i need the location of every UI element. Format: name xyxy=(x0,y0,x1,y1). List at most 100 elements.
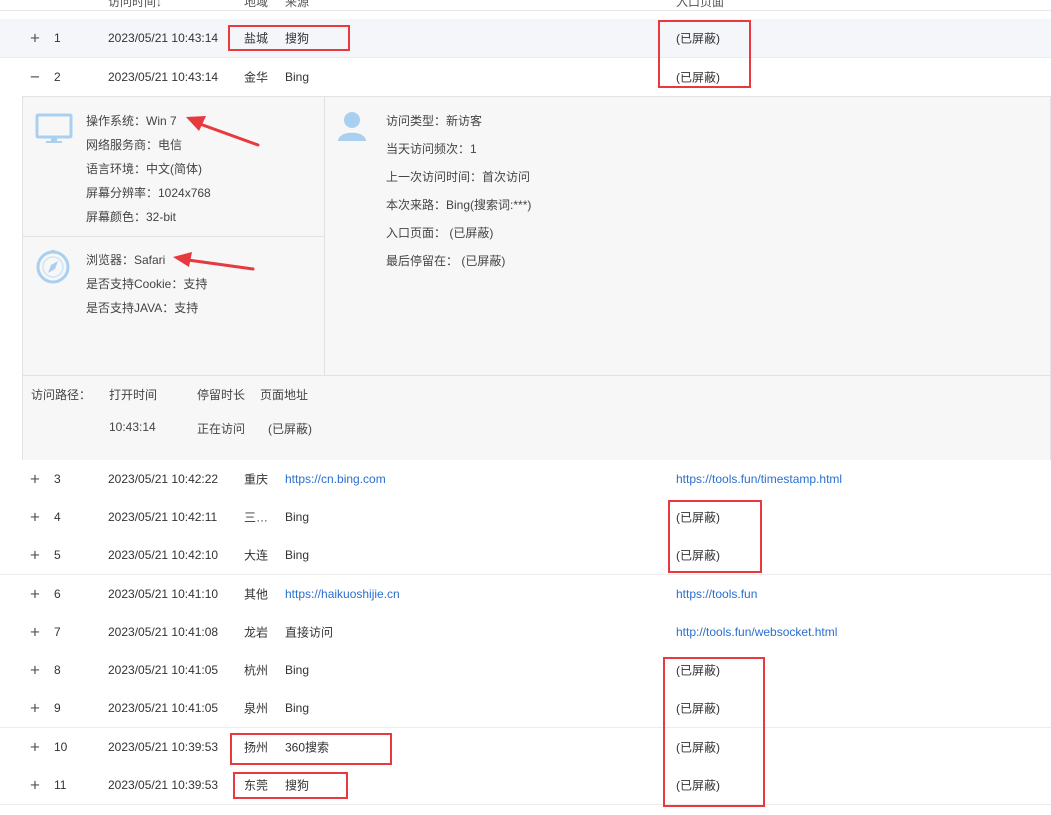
expand-icon[interactable]: + xyxy=(30,30,40,47)
os-info: 操作系统：Win 7 xyxy=(86,114,177,128)
region: 金华 xyxy=(244,70,269,85)
expand-icon[interactable]: + xyxy=(30,471,40,488)
browser-info: 浏览器：Safari xyxy=(86,253,166,267)
path-url: (已屏蔽) xyxy=(268,422,312,436)
visit-time: 2023/05/21 10:43:14 xyxy=(108,70,219,84)
annotation-box xyxy=(233,772,348,799)
table-row[interactable]: + 3 2023/05/21 10:42:22 重庆 https://cn.bi… xyxy=(0,460,1051,499)
annotation-box xyxy=(668,500,762,573)
source: 直接访问 xyxy=(285,625,334,640)
color-depth-info: 屏幕颜色：32-bit xyxy=(86,210,177,224)
entry-page-link[interactable]: http://tools.fun/websocket.html xyxy=(676,625,837,639)
region: 泉州 xyxy=(244,701,269,716)
region: 龙岩 xyxy=(244,625,269,640)
divider xyxy=(23,236,324,237)
source-link[interactable]: https://cn.bing.com xyxy=(285,472,386,486)
table-row[interactable]: + 9 2023/05/21 10:41:05 泉州 Bing (已屏蔽) xyxy=(0,689,1051,728)
annotation-box xyxy=(658,20,751,88)
visit-time: 2023/05/21 10:43:14 xyxy=(108,31,219,45)
col-source-header: 来源 xyxy=(285,0,310,9)
table-row[interactable]: + 10 2023/05/21 10:39:53 扬州 360搜索 (已屏蔽) xyxy=(0,728,1051,767)
col-region-header: 地域 xyxy=(244,0,269,9)
col-time-header[interactable]: 访问时间↓ xyxy=(108,0,162,10)
annotation-box xyxy=(663,657,765,807)
row-number: 8 xyxy=(54,663,61,677)
row-number: 9 xyxy=(54,701,61,715)
visit-path-label: 访问路径： xyxy=(31,388,92,402)
visit-time: 2023/05/21 10:42:22 xyxy=(108,472,219,486)
expand-icon[interactable]: + xyxy=(30,509,40,526)
language-info: 语言环境：中文(简体) xyxy=(86,162,202,176)
table-row[interactable]: + 6 2023/05/21 10:41:10 其他 https://haiku… xyxy=(0,575,1051,614)
compass-icon xyxy=(36,250,70,287)
visit-type-info: 访问类型：新访客 xyxy=(386,114,483,128)
visit-frequency-info: 当天访问频次：1 xyxy=(386,142,477,156)
visit-time: 2023/05/21 10:42:10 xyxy=(108,548,219,562)
source: Bing xyxy=(285,663,310,677)
path-col-open-time: 打开时间 xyxy=(109,388,158,402)
table-row[interactable]: + 4 2023/05/21 10:42:11 三… Bing (已屏蔽) xyxy=(0,498,1051,537)
visit-time: 2023/05/21 10:41:05 xyxy=(108,663,219,677)
row-number: 5 xyxy=(54,548,61,562)
expand-icon[interactable]: + xyxy=(30,700,40,717)
path-col-duration: 停留时长 xyxy=(197,388,246,402)
expand-icon[interactable]: + xyxy=(30,586,40,603)
collapse-icon[interactable]: − xyxy=(30,69,40,86)
visit-time: 2023/05/21 10:39:53 xyxy=(108,740,219,754)
last-page-info: 最后停留在： (已屏蔽) xyxy=(386,254,506,268)
path-duration: 正在访问 xyxy=(197,422,246,436)
resolution-info: 屏幕分辨率：1024x768 xyxy=(86,186,211,200)
table-row[interactable]: + 1 2023/05/21 10:43:14 盐城 搜狗 (已屏蔽) xyxy=(0,19,1051,58)
sort-arrow-icon[interactable]: ↓ xyxy=(156,0,162,9)
user-icon xyxy=(336,109,368,146)
expand-icon[interactable]: + xyxy=(30,662,40,679)
region: 其他 xyxy=(244,587,269,602)
source: Bing xyxy=(285,548,310,562)
path-open-time: 10:43:14 xyxy=(109,420,156,434)
region: 杭州 xyxy=(244,663,269,678)
source: Bing xyxy=(285,701,310,715)
expand-icon[interactable]: + xyxy=(30,777,40,794)
referrer-info: 本次来路：Bing(搜索词:***) xyxy=(386,198,532,212)
entry-page-link[interactable]: https://tools.fun xyxy=(676,587,757,601)
table-row[interactable]: − 2 2023/05/21 10:43:14 金华 Bing (已屏蔽) xyxy=(0,58,1051,96)
table-header: 访问时间↓ 地域 来源 入口页面 xyxy=(0,0,1051,11)
row-number: 4 xyxy=(54,510,61,524)
source: Bing xyxy=(285,70,310,84)
row-number: 2 xyxy=(54,70,61,84)
expand-icon[interactable]: + xyxy=(30,624,40,641)
col-entry-header: 入口页面 xyxy=(676,0,725,9)
visit-detail-panel: 操作系统：Win 7 网络服务商：电信 语言环境：中文(简体) 屏幕分辨率：10… xyxy=(22,96,1051,461)
last-visit-info: 上一次访问时间：首次访问 xyxy=(386,170,531,184)
row-number: 6 xyxy=(54,587,61,601)
row-number: 3 xyxy=(54,472,61,486)
row-number: 11 xyxy=(54,778,67,792)
table-row[interactable]: + 5 2023/05/21 10:42:10 大连 Bing (已屏蔽) xyxy=(0,536,1051,575)
row-number: 7 xyxy=(54,625,61,639)
region: 三… xyxy=(244,510,269,525)
expand-icon[interactable]: + xyxy=(30,547,40,564)
table-row[interactable]: + 8 2023/05/21 10:41:05 杭州 Bing (已屏蔽) xyxy=(0,651,1051,690)
table-row[interactable]: + 7 2023/05/21 10:41:08 龙岩 直接访问 http://t… xyxy=(0,613,1051,652)
source-link[interactable]: https://haikuoshijie.cn xyxy=(285,587,400,601)
annotation-box xyxy=(228,25,350,51)
row-number: 10 xyxy=(54,740,68,754)
divider xyxy=(324,97,325,375)
expand-icon[interactable]: + xyxy=(30,739,40,756)
table-row[interactable]: + 11 2023/05/21 10:39:53 东莞 搜狗 (已屏蔽) xyxy=(0,766,1051,805)
visit-time: 2023/05/21 10:41:10 xyxy=(108,587,219,601)
java-support-info: 是否支持JAVA：支持 xyxy=(86,301,199,315)
monitor-icon xyxy=(35,113,73,148)
source: Bing xyxy=(285,510,310,524)
isp-info: 网络服务商：电信 xyxy=(86,138,183,152)
cookie-support-info: 是否支持Cookie：支持 xyxy=(86,277,208,291)
divider xyxy=(23,375,1050,376)
entry-page-link[interactable]: https://tools.fun/timestamp.html xyxy=(676,472,842,486)
visit-time: 2023/05/21 10:41:05 xyxy=(108,701,219,715)
visit-time: 2023/05/21 10:41:08 xyxy=(108,625,219,639)
entry-page-info: 入口页面： (已屏蔽) xyxy=(386,226,494,240)
visit-time: 2023/05/21 10:42:11 xyxy=(108,510,218,524)
path-col-url: 页面地址 xyxy=(260,388,309,402)
visit-time: 2023/05/21 10:39:53 xyxy=(108,778,219,792)
region: 大连 xyxy=(244,548,269,563)
